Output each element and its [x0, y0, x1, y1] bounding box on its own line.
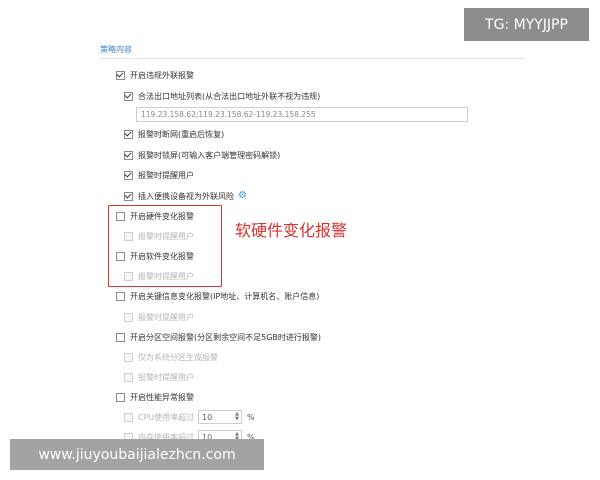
annotation-label: 软硬件变化报警 [235, 221, 348, 240]
partition-space-option[interactable]: 开启分区空间报警(分区剩余空间不足5GB时进行报警) [116, 331, 321, 343]
disconnect-checkbox[interactable] [124, 129, 133, 139]
software-change-checkbox[interactable] [116, 251, 125, 261]
partition-space-checkbox[interactable] [116, 332, 125, 342]
section-divider [100, 58, 525, 59]
system-partition-option[interactable]: 仅为系统分区生成报警 [124, 351, 218, 363]
software-change-option[interactable]: 开启软件变化报警 [116, 250, 194, 262]
partition-notify-label: 报警时提醒用户 [138, 372, 194, 382]
portable-device-checkbox[interactable] [124, 191, 133, 201]
cpu-usage-option[interactable]: CPU使用率超过 [124, 411, 194, 423]
key-info-notify-checkbox[interactable] [124, 312, 133, 322]
key-info-notify-option[interactable]: 报警时提醒用户 [124, 311, 194, 323]
section-title: 策略内容 [100, 45, 132, 54]
performance-option[interactable]: 开启性能异常报警 [116, 391, 194, 403]
partition-notify-option[interactable]: 报警时提醒用户 [124, 371, 194, 383]
performance-checkbox[interactable] [116, 392, 125, 402]
key-info-label: 开启关键信息变化报警(IP地址、计算机名、账户信息) [130, 291, 320, 301]
key-info-notify-label: 报警时提醒用户 [138, 312, 194, 322]
ip-range-input[interactable]: 119.23.158.62;119.23.158.62-119.23.158.2… [136, 107, 468, 122]
url-watermark: www.jiuyoubaijialezhcn.com [10, 439, 264, 470]
performance-label: 开启性能异常报警 [130, 392, 194, 402]
lock-screen-label: 报警时锁屏(可输入客户端管理密码解锁) [138, 150, 281, 160]
hardware-notify-option[interactable]: 报警时提醒用户 [124, 230, 194, 242]
cpu-threshold-value: 10 [202, 413, 213, 422]
portable-device-label: 插入便携设备视为外联风险 [138, 191, 234, 201]
violation-alarm-label: 开启违规外联报警 [130, 70, 194, 80]
software-notify-label: 报警时提醒用户 [138, 271, 194, 281]
violation-alarm-checkbox[interactable] [116, 70, 125, 80]
hardware-change-checkbox[interactable] [116, 211, 125, 221]
lock-screen-option[interactable]: 报警时锁屏(可输入客户端管理密码解锁) [124, 149, 280, 161]
software-notify-checkbox[interactable] [124, 271, 133, 281]
disconnect-option[interactable]: 报警时断网(重启后恢复) [124, 128, 224, 140]
portable-device-option[interactable]: 插入便携设备视为外联风险 ⚙ [124, 190, 247, 202]
partition-space-label: 开启分区空间报警(分区剩余空间不足5GB时进行报警) [130, 332, 322, 342]
disconnect-label: 报警时断网(重启后恢复) [138, 129, 225, 139]
partition-notify-checkbox[interactable] [124, 372, 133, 382]
violation-alarm-option[interactable]: 开启违规外联报警 [116, 69, 194, 81]
lock-screen-checkbox[interactable] [124, 150, 133, 160]
cpu-threshold-input[interactable]: 10 ▲ ▼ [198, 410, 242, 424]
key-info-checkbox[interactable] [116, 291, 125, 301]
cpu-usage-checkbox[interactable] [124, 412, 133, 422]
software-notify-option[interactable]: 报警时提醒用户 [124, 270, 194, 282]
hardware-change-option[interactable]: 开启硬件变化报警 [116, 210, 194, 222]
hardware-notify-checkbox[interactable] [124, 231, 133, 241]
hardware-change-label: 开启硬件变化报警 [130, 211, 194, 221]
key-info-option[interactable]: 开启关键信息变化报警(IP地址、计算机名、账户信息) [116, 290, 319, 302]
system-partition-label: 仅为系统分区生成报警 [138, 352, 218, 362]
spinner-icon[interactable]: ▲▼ [235, 412, 239, 422]
software-change-label: 开启软件变化报警 [130, 251, 194, 261]
legal-exit-list-label: 合法出口地址列表(从合法出口地址外联不视为违规) [138, 91, 321, 101]
legal-exit-list-checkbox[interactable] [124, 91, 133, 101]
hardware-notify-label: 报警时提醒用户 [138, 231, 194, 241]
notify-user-label: 报警时提醒用户 [138, 170, 194, 180]
legal-exit-list-option[interactable]: 合法出口地址列表(从合法出口地址外联不视为违规) [124, 90, 320, 102]
gear-icon[interactable]: ⚙ [238, 191, 247, 201]
cpu-usage-label: CPU使用率超过 [138, 412, 195, 422]
tg-watermark: TG: MYYJJPP [464, 8, 589, 41]
notify-user-checkbox[interactable] [124, 170, 133, 180]
system-partition-checkbox[interactable] [124, 352, 133, 362]
notify-user-option[interactable]: 报警时提醒用户 [124, 169, 194, 181]
cpu-percent-unit: % [247, 413, 255, 422]
